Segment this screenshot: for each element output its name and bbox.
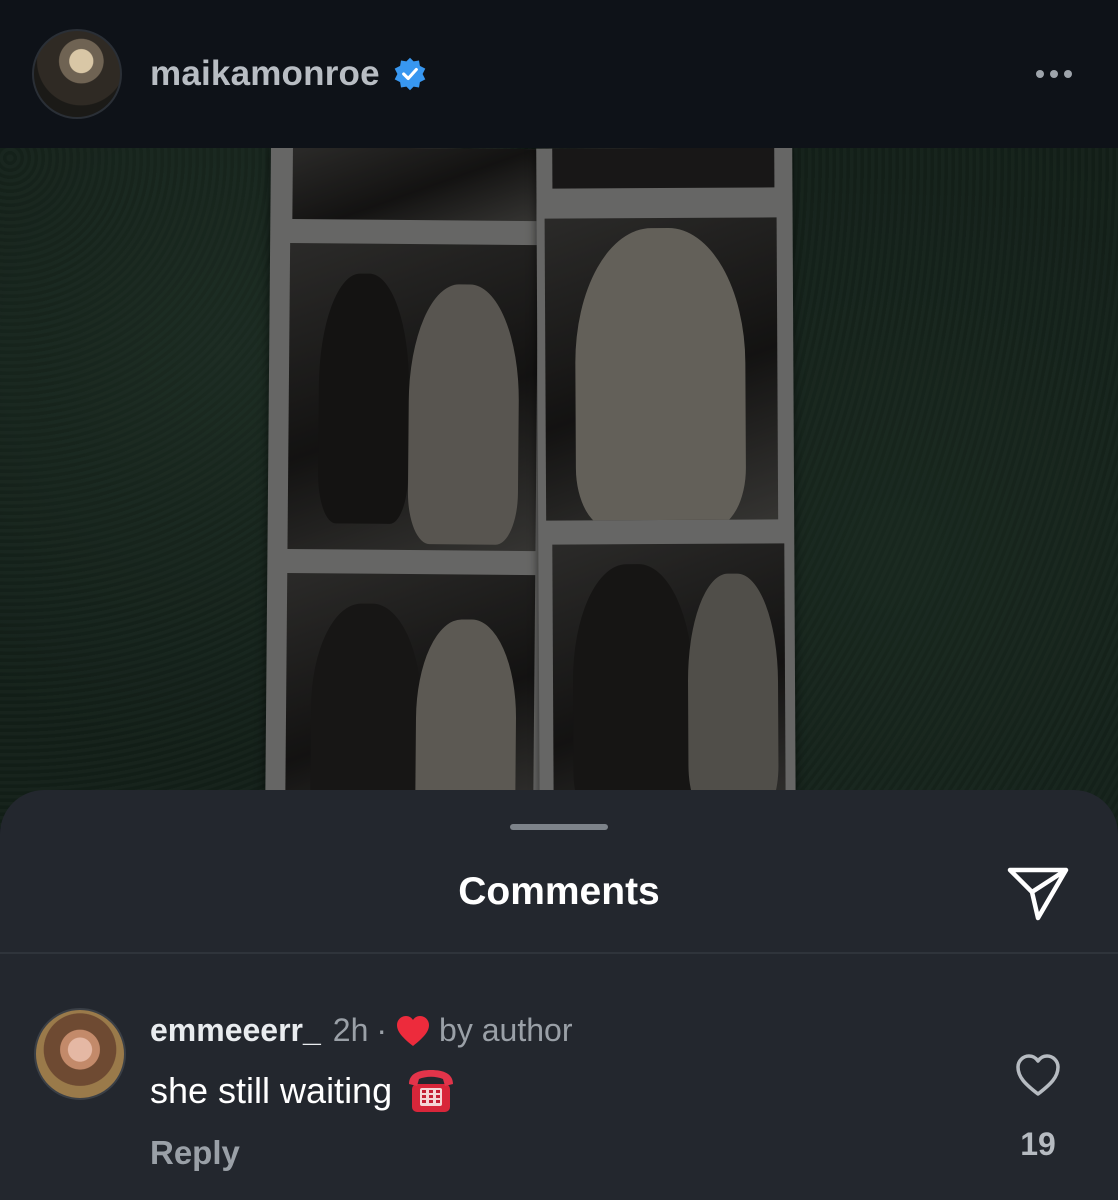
sheet-drag-handle[interactable] xyxy=(510,824,608,830)
comment-avatar[interactable] xyxy=(34,1008,126,1100)
comment-username[interactable]: emmeeerr_ xyxy=(150,1012,321,1049)
heart-filled-icon xyxy=(397,1015,430,1046)
meta-separator: · xyxy=(376,1012,388,1048)
reply-button[interactable]: Reply xyxy=(150,1134,240,1172)
comment-meta: emmeeerr_ 2h · by author xyxy=(150,1012,572,1049)
comment-time: 2h xyxy=(332,1012,369,1048)
comment-text: she still waiting xyxy=(150,1070,393,1111)
heart-outline-icon[interactable] xyxy=(1014,1052,1062,1098)
send-icon[interactable] xyxy=(1004,858,1072,926)
telephone-icon xyxy=(409,1070,454,1112)
post-header: maikamonroe xyxy=(0,0,1118,148)
post-username[interactable]: maikamonroe xyxy=(150,54,380,94)
sheet-divider xyxy=(0,952,1118,954)
verified-badge-icon xyxy=(394,57,426,91)
post-photo[interactable] xyxy=(0,148,1118,828)
like-count: 19 xyxy=(1020,1126,1056,1162)
comment-text-row: she still waiting xyxy=(150,1066,456,1116)
liked-by-author-label: by author xyxy=(439,1012,573,1048)
avatar[interactable] xyxy=(32,29,122,119)
sheet-title: Comments xyxy=(458,870,660,913)
more-horizontal-icon[interactable] xyxy=(1030,54,1078,94)
app-root: maikamonroe Comments emmeeerr_ 2h · by a… xyxy=(0,0,1118,1200)
